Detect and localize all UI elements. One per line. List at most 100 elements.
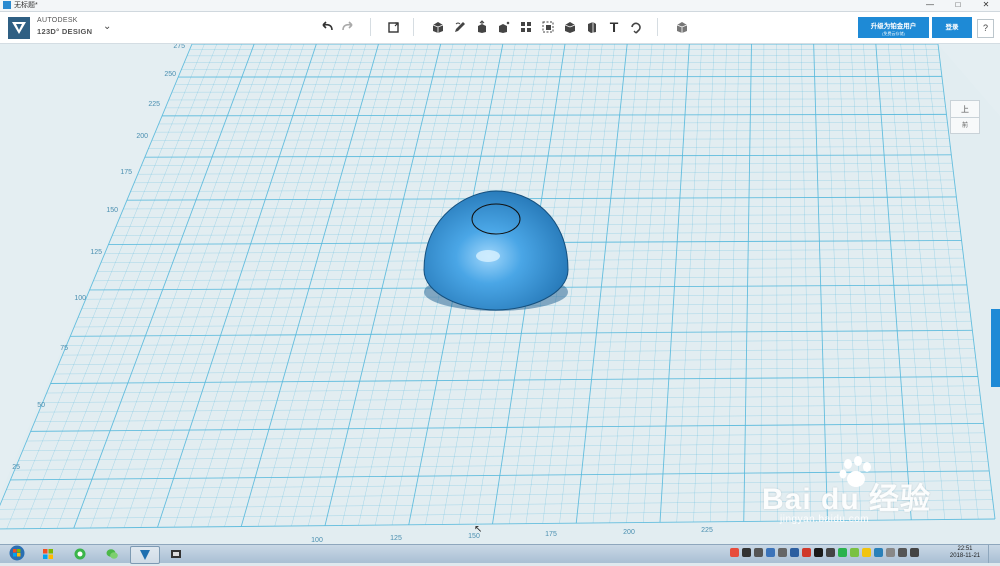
tray-icon[interactable] [862, 548, 871, 557]
tray-icon[interactable] [898, 548, 907, 557]
snap-button[interactable] [628, 19, 644, 35]
material-icon [675, 20, 689, 34]
upgrade-button[interactable]: 升级为铂金用户 (免费云存储) [858, 17, 929, 38]
modify-button[interactable] [496, 19, 512, 35]
system-tray [730, 548, 919, 560]
primitives-button[interactable] [430, 19, 446, 35]
pencil-icon [453, 20, 467, 34]
tray-icon[interactable] [754, 548, 763, 557]
brand-product: 123D° DESIGN [37, 27, 92, 36]
tray-icon[interactable] [802, 548, 811, 557]
taskbar-app-browser[interactable] [66, 546, 94, 562]
grid-y-label: 175 [120, 169, 132, 176]
window-titlebar: 无标题* — □ ✕ [0, 0, 1000, 12]
grid-y-label: 75 [60, 345, 68, 352]
grid-y-label: 275 [173, 44, 185, 50]
upgrade-label: 升级为铂金用户 [858, 20, 929, 30]
close-button[interactable]: ✕ [972, 0, 1000, 11]
grouping-button[interactable] [540, 19, 556, 35]
app-window-icon [3, 1, 11, 9]
modify-icon [497, 20, 511, 34]
tray-icon[interactable] [826, 548, 835, 557]
grid-x-label: 225 [701, 527, 713, 534]
text-button[interactable]: T [606, 19, 622, 35]
main-toolbar: AUTODESK 123D° DESIGN ⌄ T [0, 12, 1000, 44]
show-desktop-button[interactable] [988, 545, 1000, 563]
grid-y-label: 200 [136, 133, 148, 140]
watermark-url: jingyan.baidu.com [780, 514, 869, 525]
taskbar-app-video[interactable] [162, 546, 190, 562]
clock-time: 22:51 [948, 546, 982, 553]
taskbar: 22:51 2018-11-21 [0, 544, 1000, 563]
snap-icon [629, 20, 643, 34]
clock-date: 2018-11-21 [948, 553, 982, 560]
grid-x-label: 200 [623, 529, 635, 536]
measure-icon [585, 20, 599, 34]
grid-y-label: 50 [37, 402, 45, 409]
viewcube-front-label: 前 [951, 117, 979, 129]
grid-y-label: 125 [90, 249, 102, 256]
taskbar-app-wechat[interactable] [98, 546, 126, 562]
tray-icon[interactable] [730, 548, 739, 557]
tray-icon[interactable] [778, 548, 787, 557]
grid-y-label: 25 [12, 464, 20, 471]
transform-button[interactable] [386, 19, 402, 35]
redo-button[interactable] [340, 19, 356, 35]
mouse-cursor-icon: ↖ [474, 524, 482, 535]
taskbar-clock[interactable]: 22:51 2018-11-21 [948, 546, 982, 560]
construct-button[interactable] [474, 19, 490, 35]
combine-button[interactable] [562, 19, 578, 35]
toolbar-separator [413, 18, 414, 36]
windows-logo-icon [8, 545, 26, 561]
box-icon [431, 20, 445, 34]
viewcube[interactable]: 上 前 [950, 100, 980, 134]
grid-y-label: 150 [106, 207, 118, 214]
watermark-text: Bai du 经验 [762, 474, 931, 518]
browser-icon [74, 548, 86, 560]
toolbar-separator [370, 18, 371, 36]
taskbar-app-123d-design[interactable] [130, 546, 160, 564]
tray-icon[interactable] [790, 548, 799, 557]
combine-icon [563, 20, 577, 34]
brand-autodesk: AUTODESK [37, 17, 78, 24]
undo-icon [320, 21, 334, 33]
grid-x-label: 175 [545, 531, 557, 538]
grid-y-label: 250 [164, 71, 176, 78]
extrude-icon [475, 20, 489, 34]
window-title: 无标题* [14, 0, 38, 11]
tray-icon[interactable] [886, 548, 895, 557]
pattern-button[interactable] [518, 19, 534, 35]
tray-icon[interactable] [874, 548, 883, 557]
chevron-down-icon[interactable]: ⌄ [103, 21, 111, 32]
help-button[interactable]: ? [977, 19, 994, 38]
side-panel-tab[interactable] [991, 309, 1000, 387]
text-icon: T [610, 19, 619, 35]
taskbar-app-windows[interactable] [34, 546, 62, 562]
grid-x-label: 100 [311, 537, 323, 544]
transform-icon [387, 20, 401, 34]
start-button[interactable] [4, 545, 30, 563]
maximize-button[interactable]: □ [944, 0, 972, 11]
login-button[interactable]: 登录 [932, 17, 972, 38]
redo-icon [341, 21, 355, 33]
sketch-button[interactable] [452, 19, 468, 35]
tray-icon[interactable] [838, 548, 847, 557]
tray-icon[interactable] [742, 548, 751, 557]
pattern-icon [519, 20, 533, 34]
video-icon [170, 548, 182, 560]
tray-icon[interactable] [850, 548, 859, 557]
tray-icon[interactable] [910, 548, 919, 557]
app-logo-icon[interactable] [8, 17, 30, 39]
tray-icon[interactable] [814, 548, 823, 557]
measure-button[interactable] [584, 19, 600, 35]
grid-y-label: 100 [74, 295, 86, 302]
material-button[interactable] [674, 19, 690, 35]
upgrade-sublabel: (免费云存储) [858, 31, 929, 37]
grid-y-label: 225 [148, 101, 160, 108]
viewcube-top-label: 上 [951, 104, 979, 115]
wechat-icon [106, 548, 118, 560]
minimize-button[interactable]: — [916, 0, 944, 11]
tray-icon[interactable] [766, 548, 775, 557]
windows-flag-icon [42, 548, 54, 560]
undo-button[interactable] [319, 19, 335, 35]
